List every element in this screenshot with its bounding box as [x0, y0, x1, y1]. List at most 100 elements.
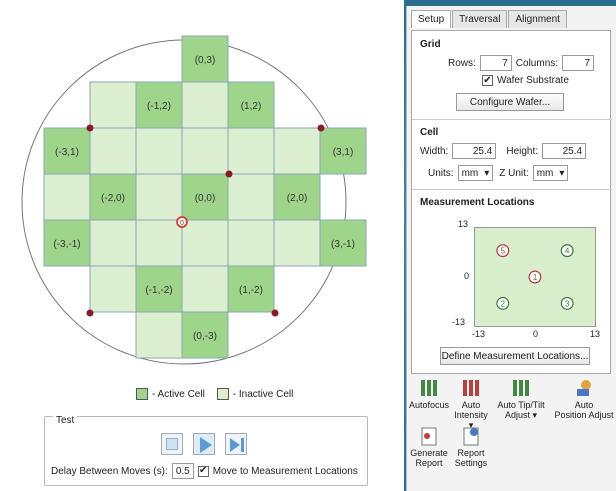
x-axis-mid: 0: [533, 329, 539, 339]
zunit-value: mm: [536, 167, 554, 179]
cell-label: (-1,2): [147, 101, 171, 112]
measurement-point[interactable]: 1: [528, 270, 542, 284]
generate-label-2: Report: [415, 458, 443, 468]
cell-label: (-3,1): [55, 147, 79, 158]
chevron-down-icon: ▾: [559, 167, 565, 179]
svg-text:2: 2: [501, 299, 505, 308]
svg-text:5: 5: [501, 247, 506, 256]
position-adjust-icon: [577, 380, 591, 396]
generate-report-button[interactable]: Generate Report: [409, 426, 449, 468]
divider: [412, 119, 612, 120]
tab-setup[interactable]: Setup: [411, 10, 452, 28]
cell-label: (1,2): [241, 101, 262, 112]
delay-label: Delay Between Moves (s):: [51, 465, 168, 477]
cell-label: (-3,-1): [53, 239, 80, 250]
inactive-cell[interactable]: [43, 173, 91, 221]
inactive-cell[interactable]: [273, 127, 321, 175]
x-axis-right: 13: [590, 329, 601, 339]
inactive-cell[interactable]: [227, 173, 275, 221]
svg-text:4: 4: [565, 247, 570, 256]
measurement-title: Measurement Locations: [420, 197, 535, 208]
delay-input[interactable]: 0.5: [171, 463, 194, 479]
cell-label: (3,-1): [331, 239, 355, 250]
grid-title: Grid: [420, 39, 441, 50]
width-input[interactable]: 25.4: [452, 143, 497, 159]
configure-wafer-button[interactable]: Configure Wafer...: [456, 93, 564, 111]
zunit-label: Z Unit:: [499, 167, 529, 179]
inactive-cell[interactable]: [135, 173, 183, 221]
tab-bar: Setup Traversal Alignment: [411, 10, 568, 28]
cell-label: (1,-2): [239, 285, 263, 296]
autofocus-button[interactable]: Autofocus: [409, 378, 449, 410]
svg-text:3: 3: [565, 299, 570, 308]
cell-label: (0,3): [195, 55, 216, 66]
flat-marker-bl: [86, 309, 94, 317]
settings-panel: Setup Traversal Alignment Grid Rows: 7 C…: [406, 6, 616, 491]
columns-input[interactable]: 7: [562, 55, 595, 71]
autofocus-icon: [421, 380, 437, 396]
substrate-row: ✔ Wafer Substrate: [482, 75, 569, 86]
rows-input[interactable]: 7: [479, 55, 512, 71]
measurement-point[interactable]: 2: [496, 296, 510, 310]
stop-button[interactable]: [161, 433, 183, 455]
step-button[interactable]: [225, 433, 247, 455]
report-settings-label-2: Settings: [454, 458, 488, 468]
report-settings-label-1: Report: [457, 448, 485, 458]
tab-alignment[interactable]: Alignment: [508, 10, 567, 28]
inactive-cell[interactable]: [89, 219, 137, 267]
substrate-checkbox[interactable]: ✔: [482, 75, 493, 86]
tip-tilt-icon: [513, 380, 529, 396]
height-label: Height:: [506, 145, 539, 157]
inactive-cell[interactable]: [181, 81, 229, 129]
origin-marker: 0: [176, 216, 188, 228]
inactive-cell[interactable]: [273, 219, 321, 267]
test-group: Test Delay Between Moves (s): 0.5 ✔ Move…: [44, 415, 368, 486]
play-icon: [200, 437, 212, 453]
autofocus-label: Autofocus: [408, 400, 450, 410]
report-settings-icon: [463, 427, 479, 446]
cell-label: (0,-3): [193, 331, 217, 342]
measurement-locations-plot[interactable]: 5 4 1 2 3: [474, 227, 596, 327]
move-checkbox[interactable]: ✔: [197, 465, 209, 477]
inactive-cell[interactable]: [89, 127, 137, 175]
zunit-select[interactable]: mm ▾: [532, 165, 569, 181]
setup-panel: Grid Rows: 7 Columns: 7 ✔ Wafer Substrat…: [411, 30, 612, 374]
flat-marker-tl: [86, 124, 94, 132]
cell-label: (2,0): [287, 193, 308, 204]
measurement-point[interactable]: 4: [560, 244, 574, 258]
inactive-cell[interactable]: [135, 311, 183, 359]
inactive-cell[interactable]: [181, 219, 229, 267]
chevron-down-icon: ▾: [484, 167, 490, 179]
inactive-cell[interactable]: [227, 127, 275, 175]
measurement-point[interactable]: 3: [560, 296, 574, 310]
inactive-cell[interactable]: [135, 127, 183, 175]
inactive-label: - Inactive Cell: [232, 388, 294, 400]
generate-label-1: Generate: [410, 448, 448, 458]
measurement-point[interactable]: 5: [496, 244, 510, 258]
rows-label: Rows:: [448, 57, 476, 69]
report-settings-button[interactable]: Report Settings: [451, 426, 491, 468]
width-label: Width:: [420, 145, 449, 157]
tab-traversal[interactable]: Traversal: [452, 10, 508, 28]
inactive-cell[interactable]: [135, 219, 183, 267]
substrate-label: Wafer Substrate: [497, 75, 569, 86]
inactive-cell[interactable]: [227, 219, 275, 267]
wafer-map[interactable]: (0,3) (-1,2) (1,2) (-3,1) (3,1) (-2,0) (0,0) (2…: [0, 10, 404, 380]
auto-tip-tilt-button[interactable]: Auto Tip/Tilt Adjust ▾: [493, 378, 549, 420]
auto-intensity-button[interactable]: Auto Intensity ▾: [451, 378, 491, 430]
cell-title: Cell: [420, 127, 439, 138]
inactive-cell[interactable]: [89, 81, 137, 129]
active-label: - Active Cell: [152, 388, 205, 400]
inactive-cell[interactable]: [89, 265, 137, 313]
height-input[interactable]: 25.4: [542, 143, 587, 159]
intensity-icon: [463, 380, 479, 396]
units-value: mm: [461, 167, 479, 179]
inactive-cell[interactable]: [181, 265, 229, 313]
step-forward-icon: [230, 438, 244, 452]
play-button[interactable]: [193, 433, 215, 455]
y-axis-mid: 0: [464, 271, 470, 281]
units-select[interactable]: mm ▾: [457, 165, 494, 181]
auto-position-button[interactable]: Auto Position Adjust: [551, 378, 616, 420]
inactive-cell[interactable]: [181, 127, 229, 175]
define-locations-button[interactable]: Define Measurement Locations...: [440, 347, 590, 365]
